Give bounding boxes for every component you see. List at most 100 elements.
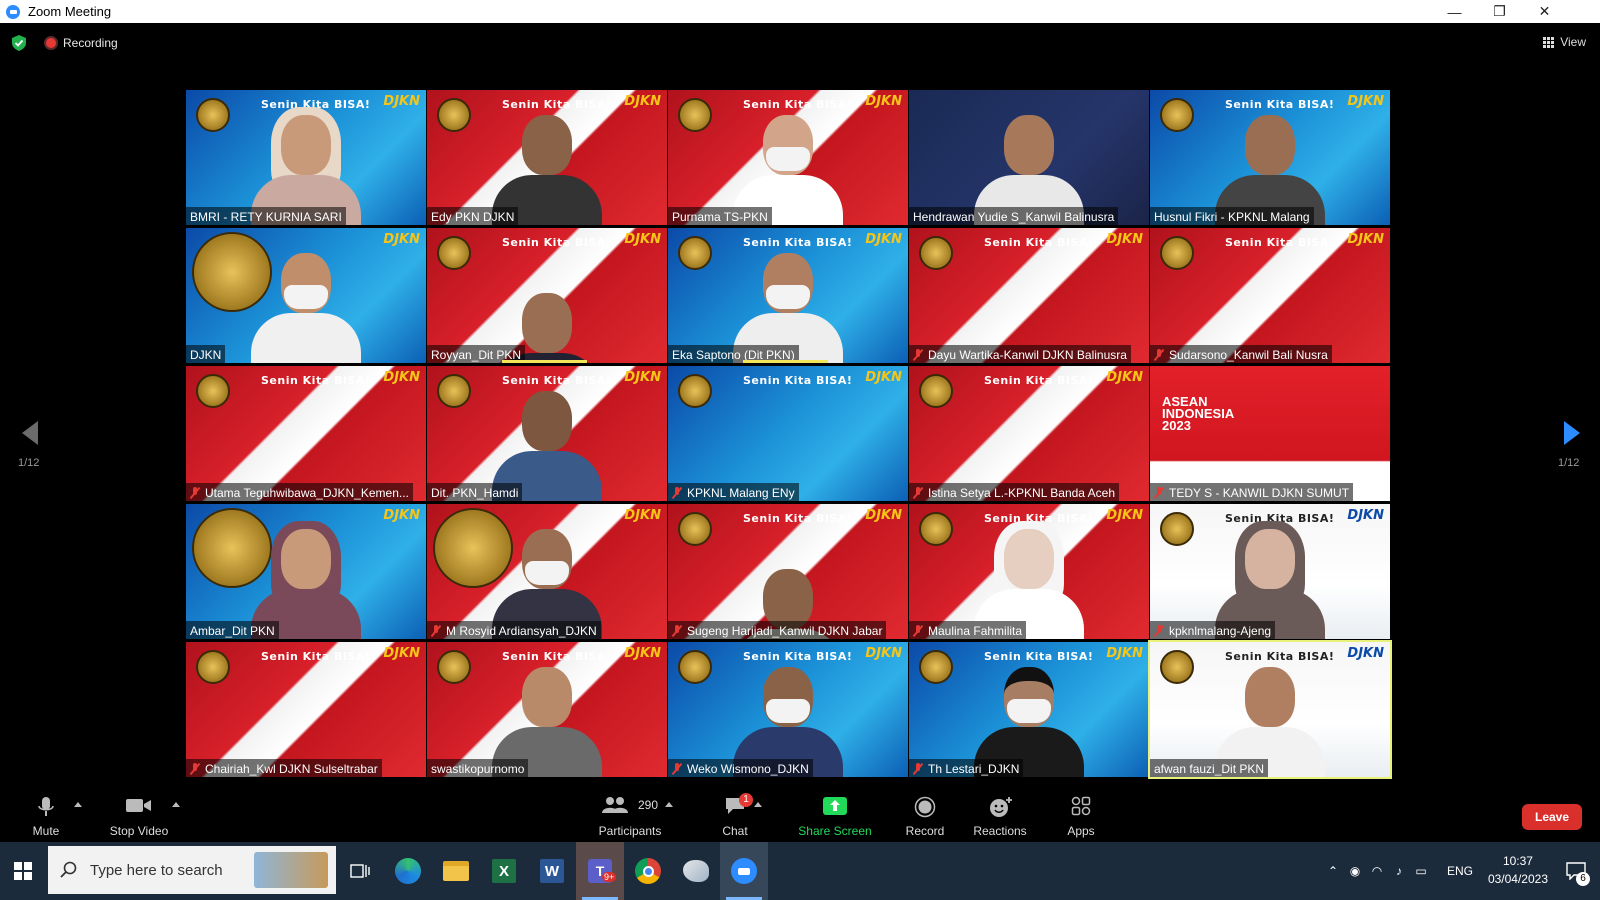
mute-button[interactable]: Mute [24, 790, 68, 842]
view-button[interactable]: View [1543, 35, 1586, 49]
djkn-logo: DJKN [383, 508, 420, 523]
start-button[interactable] [0, 842, 46, 900]
participant-tile[interactable]: Senin Kita BISA! DJKN Eka Saptono (Dit PKN… [668, 228, 908, 363]
leave-button[interactable]: Leave [1522, 804, 1582, 830]
edge-app[interactable] [384, 842, 432, 900]
chat-button[interactable]: 1 Chat [712, 790, 758, 842]
participant-tile[interactable]: Senin Kita BISA! DJKN Sugeng Harijadi_Kanw… [668, 504, 908, 639]
chrome-app[interactable] [624, 842, 672, 900]
webinar-banner-text: Senin Kita BISA! [261, 650, 371, 663]
participant-name: Husnul Fikri - KPKNL Malang [1154, 209, 1310, 224]
input-language[interactable]: ENG [1440, 842, 1480, 900]
display-tray-icon[interactable]: ▭ [1410, 842, 1432, 900]
wbk-badge-logo [196, 650, 230, 684]
participant-tile[interactable]: Senin Kita BISA! DJKN KPKNL Malang ENy [668, 366, 908, 501]
djkn-logo: DJKN [383, 232, 420, 247]
clock-date: 03/04/2023 [1487, 872, 1548, 886]
participant-tile[interactable]: Senin Kita BISA! DJKN Husnul Fikri - KPKNL… [1150, 90, 1390, 225]
tray-overflow-chevron-icon[interactable]: ⌃ [1322, 842, 1344, 900]
zoom-taskbar-app[interactable] [720, 842, 768, 900]
paint-app[interactable] [672, 842, 720, 900]
excel-app[interactable]: X [480, 842, 528, 900]
video-feed: ASEAN INDONESIA 2023 [1150, 366, 1390, 501]
participant-name-label: Weko Wismono_DJKN [668, 759, 813, 777]
participant-name: Sugeng Harijadi_Kanwil DJKN Jabar [687, 623, 883, 638]
webinar-banner-text: Senin Kita BISA! [502, 236, 612, 249]
participant-tile[interactable]: Senin Kita BISA! DJKN Edy PKN DJKN [427, 90, 667, 225]
participant-name: Hendrawan Yudie S_Kanwil Balinusra [913, 209, 1115, 224]
participants-options-caret-icon[interactable] [665, 802, 673, 807]
participant-tile[interactable]: Hendrawan Yudie S_Kanwil Balinusra [909, 90, 1149, 225]
muted-microphone-icon [1154, 486, 1164, 499]
djkn-logo: DJKN [624, 646, 661, 661]
chrome-icon [635, 858, 661, 884]
window-titlebar: Zoom Meeting — ❐ ✕ [0, 0, 1600, 23]
wbk-badge-logo [1160, 98, 1194, 132]
word-app[interactable]: W [528, 842, 576, 900]
participant-name: Istina Setya L.-KPKNL Banda Aceh [928, 485, 1116, 500]
video-feed: Senin Kita BISA! DJKN [1150, 90, 1390, 225]
participant-tile[interactable]: Senin Kita BISA! DJKN Utama Teguhwibawa_DJ… [186, 366, 426, 501]
participant-tile[interactable]: Senin Kita BISA! DJKN Istina Setya L.-KPKN… [909, 366, 1149, 501]
video-options-caret-icon[interactable] [172, 802, 180, 807]
notification-center-button[interactable]: 6 [1556, 842, 1596, 900]
previous-page-arrow-icon[interactable] [16, 418, 46, 448]
video-feed: Senin Kita BISA! DJKN [427, 90, 667, 225]
video-feed: Senin Kita BISA! DJKN [1150, 504, 1390, 639]
participant-tile[interactable]: DJKN Ambar_Dit PKN [186, 504, 426, 639]
participant-tile[interactable]: DJKN DJKN [186, 228, 426, 363]
minimize-button[interactable]: — [1432, 0, 1477, 23]
participant-tile[interactable]: Senin Kita BISA! DJKN BMRI - RETY KURNIA S… [186, 90, 426, 225]
participant-tile[interactable]: Senin Kita BISA! DJKN Dayu Wartika-Kanwil … [909, 228, 1149, 363]
participant-name: Utama Teguhwibawa_DJKN_Kemen... [205, 485, 409, 500]
participant-name-label: Ambar_Dit PKN [186, 621, 279, 639]
record-button[interactable]: Record [900, 790, 950, 842]
close-button[interactable]: ✕ [1522, 0, 1567, 23]
stop-video-button[interactable]: Stop Video [104, 790, 174, 842]
chat-options-caret-icon[interactable] [754, 802, 762, 807]
volume-tray-icon[interactable]: ♪ [1388, 842, 1410, 900]
participant-tile[interactable]: Senin Kita BISA! DJKN kpknlmalang-Ajeng [1150, 504, 1390, 639]
participant-tile[interactable]: Senin Kita BISA! DJKN Sudarsono_Kanwil Bal… [1150, 228, 1390, 363]
participant-name: KPKNL Malang ENy [687, 485, 795, 500]
recording-indicator[interactable]: Recording [46, 36, 118, 50]
video-feed: Senin Kita BISA! DJKN [668, 504, 908, 639]
next-page-arrow-icon[interactable] [1556, 418, 1586, 448]
participants-button[interactable]: 290 Participants [590, 790, 670, 842]
muted-microphone-icon [913, 348, 923, 361]
muted-microphone-icon [913, 486, 923, 499]
share-screen-button[interactable]: Share Screen [792, 790, 878, 842]
participant-name: kpknlmalang-Ajeng [1169, 623, 1272, 638]
taskbar-search-box[interactable]: Type here to search [48, 846, 336, 894]
participant-tile[interactable]: Senin Kita BISA! DJKN Th Lestari_DJKN [909, 642, 1149, 777]
search-icon [60, 861, 77, 878]
participant-tile[interactable]: Senin Kita BISA! DJKN Royyan_Dit PKN [427, 228, 667, 363]
djkn-logo: DJKN [1106, 508, 1143, 523]
apps-button[interactable]: Apps [1056, 790, 1106, 842]
teams-app[interactable]: T 9+ [576, 842, 624, 900]
video-feed: Senin Kita BISA! DJKN [909, 504, 1149, 639]
participant-tile[interactable]: Senin Kita BISA! DJKN Chairiah_Kwl DJKN Su… [186, 642, 426, 777]
participant-tile[interactable]: Senin Kita BISA! DJKN Weko Wismono_DJKN [668, 642, 908, 777]
reactions-button[interactable]: Reactions [968, 790, 1032, 842]
audio-options-caret-icon[interactable] [74, 802, 82, 807]
participant-name: afwan fauzi_Dit PKN [1154, 761, 1265, 776]
task-view-button[interactable] [336, 842, 384, 900]
security-shield-icon[interactable] [12, 35, 26, 51]
video-feed: Senin Kita BISA! DJKN [909, 228, 1149, 363]
file-explorer-app[interactable] [432, 842, 480, 900]
taskbar-clock[interactable]: 10:37 03/04/2023 [1488, 852, 1548, 888]
participant-tile[interactable]: Senin Kita BISA! DJKN Purnama TS-PKN [668, 90, 908, 225]
participant-tile[interactable]: Senin Kita BISA! DJKN afwan fauzi_Dit PKN [1148, 640, 1392, 779]
video-feed: Senin Kita BISA! DJKN [909, 642, 1149, 777]
participant-tile[interactable]: Senin Kita BISA! DJKN swastikopurnomo [427, 642, 667, 777]
webcam-tray-icon[interactable]: ◉ [1344, 842, 1366, 900]
participant-tile[interactable]: Senin Kita BISA! DJKN Dit. PKN_Hamdi [427, 366, 667, 501]
wifi-tray-icon[interactable]: ◠ [1366, 842, 1388, 900]
participant-tile[interactable]: ASEAN INDONESIA 2023 TEDY S - KANWIL DJKN… [1150, 366, 1390, 501]
zoom-app-icon [6, 4, 20, 19]
djkn-logo: DJKN [624, 508, 661, 523]
maximize-button[interactable]: ❐ [1477, 0, 1522, 23]
participant-tile[interactable]: DJKN M Rosyid Ardiansyah_DJKN [427, 504, 667, 639]
participant-tile[interactable]: Senin Kita BISA! DJKN Maulina Fahmilita [909, 504, 1149, 639]
